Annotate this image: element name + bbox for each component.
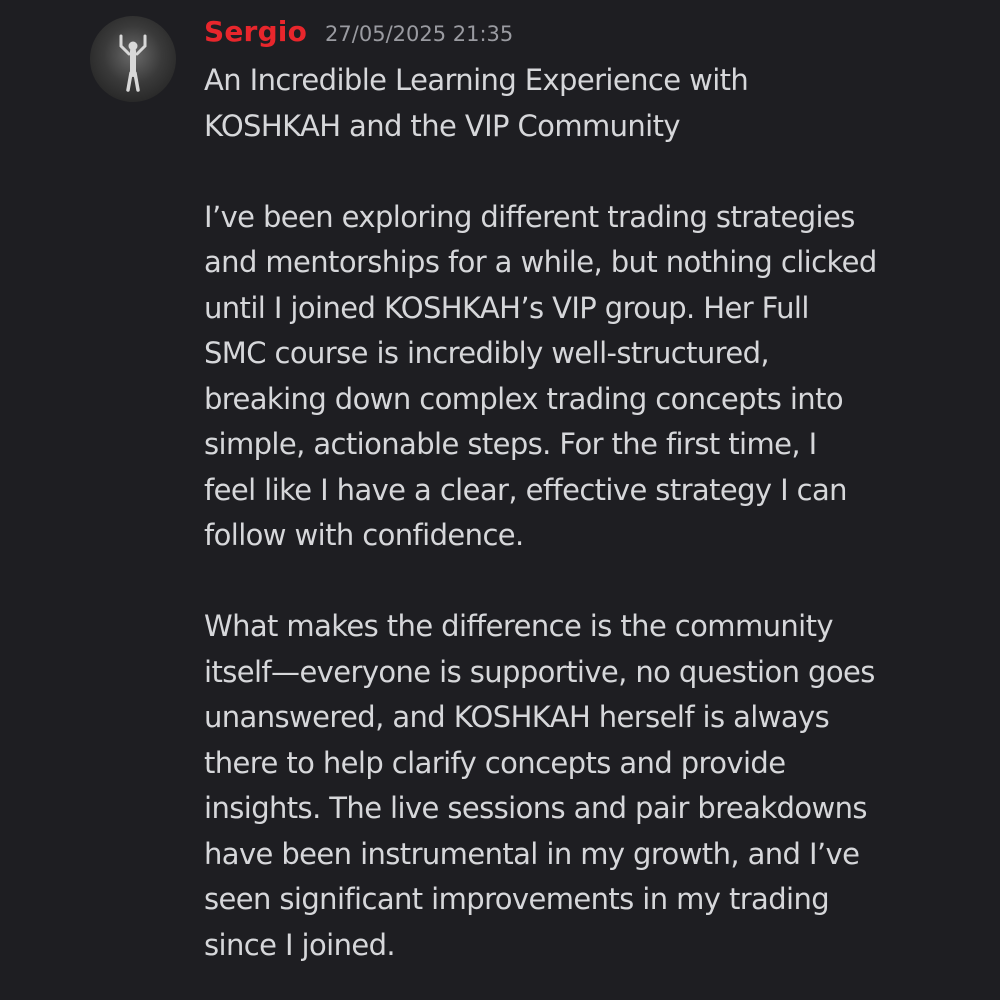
message-line: What makes the difference is the communi… bbox=[204, 609, 834, 643]
chat-message: Sergio 27/05/2025 21:35 An Incredible Le… bbox=[0, 0, 1000, 1000]
message-timestamp: 27/05/2025 21:35 bbox=[325, 22, 514, 46]
message-line: until I joined KOSHKAH’s VIP group. Her … bbox=[204, 290, 809, 325]
message-line: KOSHKAH and the VIP Community bbox=[204, 108, 681, 143]
message-line: follow with confidence. bbox=[204, 518, 524, 552]
message-line: have been instrumental in my growth, and… bbox=[204, 836, 860, 871]
message-header: Sergio 27/05/2025 21:35 bbox=[204, 15, 513, 55]
message-line: I’ve been exploring different trading st… bbox=[204, 199, 855, 234]
message-line: simple, actionable steps. For the first … bbox=[204, 427, 817, 461]
username[interactable]: Sergio bbox=[204, 15, 307, 48]
message-line: insights. The live sessions and pair bre… bbox=[204, 791, 867, 825]
message-line: seen significant improvements in my trad… bbox=[204, 882, 830, 916]
message-line: An Incredible Learning Experience with bbox=[204, 63, 749, 97]
message-line: feel like I have a clear, effective stra… bbox=[204, 472, 848, 507]
message-line: since I joined. bbox=[204, 927, 396, 962]
message-line: and mentorships for a while, but nothing… bbox=[204, 245, 877, 279]
message-line: unanswered, and KOSHKAH herself is alway… bbox=[204, 700, 830, 734]
message-content: An Incredible Learning Experience with KO… bbox=[204, 58, 944, 968]
message-line: there to help clarify concepts and provi… bbox=[204, 745, 786, 780]
message-line: breaking down complex trading concepts i… bbox=[204, 381, 844, 416]
user-avatar[interactable] bbox=[90, 16, 176, 102]
message-line: itself—everyone is supportive, no questi… bbox=[204, 654, 875, 689]
message-line: SMC course is incredibly well-structured… bbox=[204, 336, 770, 370]
person-arms-raised-avatar-icon bbox=[119, 34, 147, 92]
